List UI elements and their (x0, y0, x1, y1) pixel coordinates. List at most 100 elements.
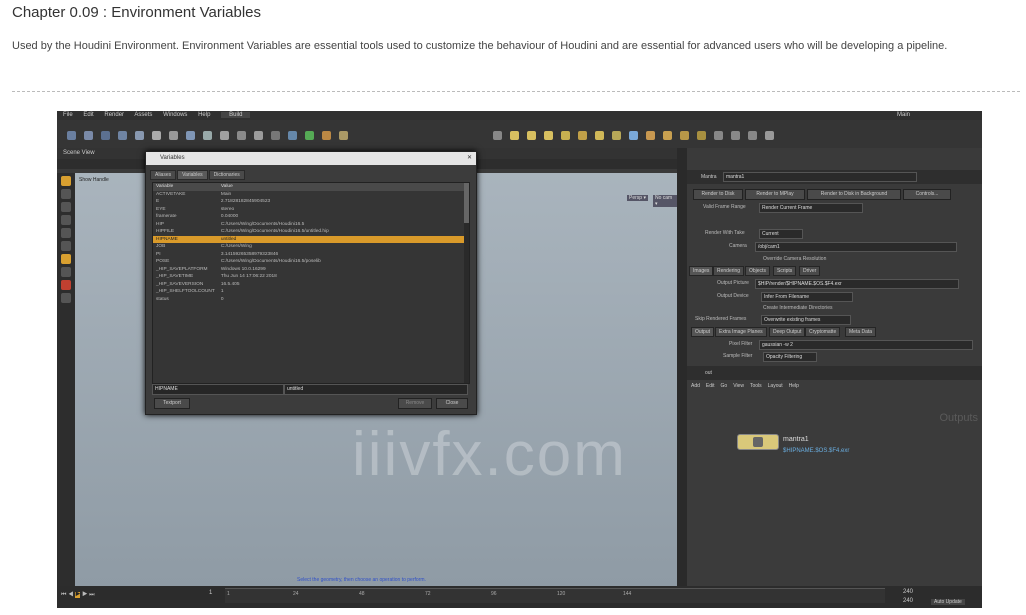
tab-dictionaries[interactable]: Dictionaries (208, 170, 245, 180)
line-tool-icon[interactable] (169, 131, 178, 140)
view-tool-icon[interactable] (61, 254, 71, 264)
portal-light-icon[interactable] (680, 131, 689, 140)
distant-light-icon[interactable] (595, 131, 604, 140)
table-row[interactable]: _HIP_SAVEVERSION 16.5.405 (153, 281, 465, 289)
valid-frame-range-menu[interactable]: Render Current Frame (759, 203, 863, 213)
render-with-take-menu[interactable]: Current (759, 229, 803, 239)
tab-images[interactable]: Images (689, 266, 714, 276)
network-path[interactable]: out (705, 370, 712, 376)
box-tool-icon[interactable] (67, 131, 76, 140)
menu-file[interactable]: File (63, 112, 73, 118)
output-picture-field[interactable]: $HIP/render/$HIPNAME.$OS.$F4.exr (755, 279, 959, 289)
render-to-disk-button[interactable]: Render to Disk (693, 189, 743, 200)
mantra-node[interactable] (737, 434, 779, 450)
net-menu-edit[interactable]: Edit (706, 383, 715, 389)
render-background-button[interactable]: Render to Disk in Background (807, 189, 901, 200)
subtab-extra-image-planes[interactable]: Extra Image Planes (715, 327, 767, 337)
snap-tool-icon[interactable] (61, 267, 71, 277)
draw-curve-tool-icon[interactable] (220, 131, 229, 140)
variable-value-field[interactable]: untitled (284, 384, 468, 395)
table-scrollbar[interactable] (464, 183, 469, 383)
end-frame-2[interactable]: 240 (903, 598, 913, 604)
textport-button[interactable]: Textport (154, 398, 190, 409)
torus-tool-icon[interactable] (118, 131, 127, 140)
skip-rendered-menu[interactable]: Overwrite existing frames (761, 315, 851, 325)
stereo-camera-icon[interactable] (714, 131, 723, 140)
sphere-tool-icon[interactable] (84, 131, 93, 140)
net-menu-add[interactable]: Add (691, 383, 700, 389)
variable-name-field[interactable]: HIPNAME (152, 384, 284, 395)
rotate-tool-icon[interactable] (61, 202, 71, 212)
scale-tool-icon[interactable] (61, 215, 71, 225)
menu-assets[interactable]: Assets (134, 112, 152, 118)
path-tool-icon[interactable] (237, 131, 246, 140)
close-button[interactable]: Close (436, 398, 468, 409)
sample-filter-menu[interactable]: Opacity Filtering (763, 352, 817, 362)
table-row[interactable]: EYE stereo (153, 206, 465, 214)
environment-light-icon[interactable] (612, 131, 621, 140)
net-menu-view[interactable]: View (733, 383, 744, 389)
jump-start-icon[interactable]: ⏮ (61, 592, 66, 598)
switcher-icon[interactable] (748, 131, 757, 140)
subtab-cryptomatte[interactable]: Cryptomatte (805, 327, 841, 337)
remove-button[interactable]: Remove (398, 398, 432, 409)
current-frame[interactable]: 1 (209, 590, 212, 596)
table-row[interactable]: ACTIVETAKE Main (153, 191, 465, 199)
volume-light-icon[interactable] (578, 131, 587, 140)
net-menu-help[interactable]: Help (789, 383, 799, 389)
camera-tool-icon[interactable] (493, 131, 502, 140)
menu-help[interactable]: Help (198, 112, 210, 118)
close-icon[interactable]: ✕ (467, 152, 472, 165)
null-tool-icon[interactable] (152, 131, 161, 140)
pose-tool-icon[interactable] (61, 241, 71, 251)
table-row[interactable]: HIP C:/Users/Wing/Documents/Houdini16.5 (153, 221, 465, 229)
grid-snap-icon[interactable] (61, 293, 71, 303)
subtab-output[interactable]: Output (691, 327, 715, 337)
network-view[interactable]: out Add Edit Go View Tools Layout Help Outputs… (687, 366, 982, 586)
magnet-tool-icon[interactable] (61, 280, 71, 290)
geometry-light-icon[interactable] (561, 131, 570, 140)
play-icon[interactable]: ▶ (75, 592, 81, 598)
point-light-icon[interactable] (510, 131, 519, 140)
tab-rendering[interactable]: Rendering (713, 266, 745, 276)
table-row[interactable]: PI 3.14159265358979323846 (153, 251, 465, 259)
tab-driver[interactable]: Driver (799, 266, 821, 276)
circle-tool-icon[interactable] (186, 131, 195, 140)
desktop-main[interactable]: Main (897, 111, 910, 120)
output-device-menu[interactable]: Infer From Filename (761, 292, 853, 302)
jump-end-icon[interactable]: ⏭ (89, 592, 94, 598)
table-row[interactable]: framerate 0.04000 (153, 213, 465, 221)
viewport-tab[interactable]: Scene View (63, 150, 95, 156)
persp-button[interactable]: Persp ▾ (627, 195, 648, 201)
subtab-deep-output[interactable]: Deep Output (769, 327, 806, 337)
desktop-build[interactable]: Build (221, 112, 251, 118)
net-menu-layout[interactable]: Layout (768, 383, 783, 389)
curve-tool-icon[interactable] (203, 131, 212, 140)
gamepad-camera-icon[interactable] (765, 131, 774, 140)
column-header-variable[interactable]: Variable (153, 183, 218, 191)
render-to-mplay-button[interactable]: Render to MPlay (745, 189, 805, 200)
subtab-meta-data[interactable]: Meta Data (845, 327, 877, 337)
pixel-filter-field[interactable]: gaussian -w 2 (759, 340, 973, 350)
step-forward-icon[interactable]: ▶ (82, 592, 87, 598)
move-tool-icon[interactable] (61, 189, 71, 199)
end-frame[interactable]: 240 (903, 589, 913, 595)
tab-scripts[interactable]: Scripts (773, 266, 797, 276)
platonic-tool-icon[interactable] (288, 131, 297, 140)
handle-tool-icon[interactable] (61, 228, 71, 238)
table-row[interactable]: status 0 (153, 296, 465, 304)
area-light-icon[interactable] (544, 131, 553, 140)
tab-objects[interactable]: Objects (745, 266, 770, 276)
metaball-tool-icon[interactable] (322, 131, 331, 140)
table-row[interactable]: POSE C:/Users/Wing/Documents/Houdini16.5/… (153, 258, 465, 266)
timeline-ruler[interactable]: 1 24 48 72 96 120 144 (225, 588, 885, 603)
tube-tool-icon[interactable] (101, 131, 110, 140)
table-row[interactable]: JOB C:/Users/Wing (153, 243, 465, 251)
table-row[interactable]: _HIP_SAVEPLATFORM Windows 10.0.16299 (153, 266, 465, 274)
file-tool-icon[interactable] (339, 131, 348, 140)
ambient-light-icon[interactable] (697, 131, 706, 140)
step-back-icon[interactable]: ◀ (68, 592, 73, 598)
node-name-field[interactable]: mantra1 (723, 172, 917, 182)
select-tool-icon[interactable] (61, 176, 71, 186)
override-camera-checkbox[interactable]: Override Camera Resolution (763, 256, 826, 262)
